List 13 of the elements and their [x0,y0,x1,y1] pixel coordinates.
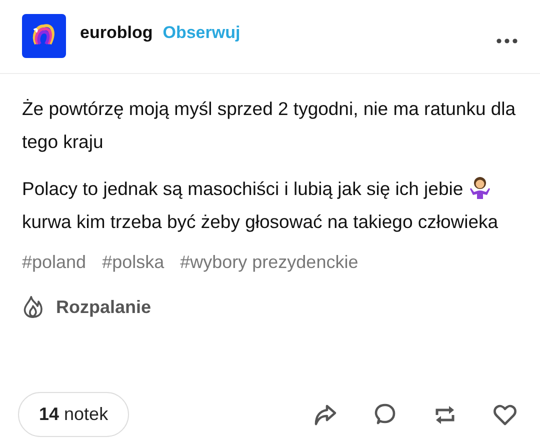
flame-icon [22,295,44,319]
trending-label: Rozpalanie [56,296,152,318]
notes-button[interactable]: 14 notek [18,392,130,437]
person-shrugging-icon [468,175,492,199]
blog-avatar-icon[interactable] [22,14,66,58]
tag-link[interactable]: #poland [22,252,86,273]
tag-link[interactable]: #wybory prezydenckie [180,252,358,273]
tag-link[interactable]: #polska [102,252,164,273]
blog-name[interactable]: euroblog [80,23,153,43]
more-options-icon[interactable] [496,38,518,44]
post-paragraph: Że powtórzę moją myśl sprzed 2 tygodni, nie ma ratunku dla tego kraju [22,97,517,154]
post-paragraph: Polacy to jednak są masochiści i lubią jak się ich jebie kurwa kim trzeba być żeby głosować na takiego człowieka [22,172,518,238]
follow-button[interactable]: Obserwuj [162,23,240,43]
